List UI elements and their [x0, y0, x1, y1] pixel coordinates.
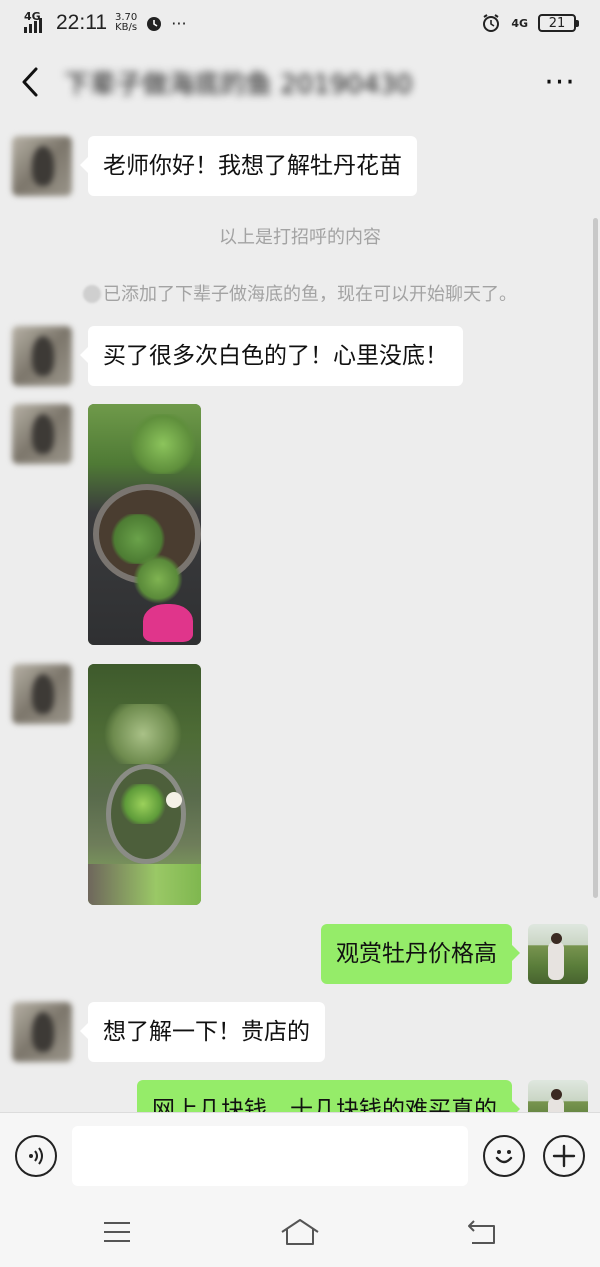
- title-bar: 下辈子做海底的鱼 20190430 ···: [0, 46, 600, 118]
- add-button[interactable]: [543, 1135, 585, 1177]
- menu-icon: [104, 1222, 130, 1242]
- back-button[interactable]: [0, 46, 60, 118]
- emoji-button[interactable]: [483, 1135, 525, 1177]
- message-bubble-received[interactable]: 买了很多次白色的了！心里没底！: [80, 326, 463, 386]
- contact-avatar[interactable]: [12, 136, 72, 196]
- nav-home-button[interactable]: [270, 1214, 330, 1250]
- chevron-left-icon: [22, 67, 38, 97]
- scrollbar[interactable]: [593, 218, 598, 898]
- input-bar: [0, 1112, 600, 1200]
- network-speed-unit: KB/s: [115, 22, 138, 33]
- back-nav-icon: [468, 1220, 495, 1244]
- home-icon: [281, 1219, 319, 1245]
- chat-area[interactable]: 老师你好！我想了解牡丹花苗 以上是打招呼的内容 已添加了下辈子做海底的鱼，现在可…: [0, 118, 600, 1112]
- message-bubble-received[interactable]: 老师你好！我想了解牡丹花苗: [80, 136, 417, 196]
- more-button[interactable]: ···: [520, 46, 600, 118]
- self-avatar[interactable]: [528, 1080, 588, 1112]
- system-message-added: 已添加了下辈子做海底的鱼，现在可以开始聊天了。: [0, 280, 600, 306]
- self-avatar[interactable]: [528, 924, 588, 984]
- status-more: ···: [171, 13, 187, 33]
- voice-icon: [29, 1147, 43, 1165]
- contact-avatar[interactable]: [12, 1002, 72, 1062]
- contact-avatar[interactable]: [12, 664, 72, 724]
- contact-avatar[interactable]: [12, 326, 72, 386]
- info-icon: [83, 285, 101, 303]
- status-right: 4G 21: [481, 13, 579, 33]
- message-bubble-received[interactable]: 想了解一下！贵店的: [80, 1002, 325, 1062]
- nav-menu-button[interactable]: [87, 1214, 147, 1250]
- battery-icon: 21: [538, 14, 579, 32]
- status-left: 4G 22:11 3.70 KB/s ···: [24, 11, 187, 35]
- more-dots-icon: ···: [544, 64, 576, 100]
- alarm-icon: [147, 17, 162, 31]
- image-message[interactable]: [88, 404, 201, 645]
- system-nav-bar: [0, 1200, 600, 1267]
- battery-level: 21: [548, 15, 566, 31]
- system-message-text: 已添加了下辈子做海底的鱼，现在可以开始聊天了。: [103, 284, 517, 305]
- message-bubble-sent[interactable]: 观赏牡丹价格高: [321, 924, 520, 984]
- status-bar: 4G 22:11 3.70 KB/s ··· 4G 21: [0, 0, 600, 46]
- chat-title: 下辈子做海底的鱼 20190430: [64, 69, 413, 100]
- contact-avatar[interactable]: [12, 404, 72, 464]
- voice-button[interactable]: [15, 1135, 57, 1177]
- signal-indicator: 4G: [24, 11, 48, 33]
- system-message: 以上是打招呼的内容: [219, 227, 381, 248]
- nav-back-button[interactable]: [452, 1214, 512, 1250]
- network-speed: 3.70 KB/s: [115, 13, 137, 33]
- message-bubble-sent[interactable]: 网上几块钱，十几块钱的难买真的: [137, 1080, 520, 1112]
- status-time: 22:11: [56, 11, 107, 34]
- message-input[interactable]: [72, 1126, 468, 1186]
- emoji-icon: [495, 1150, 513, 1164]
- network-type-right: 4G: [511, 16, 528, 30]
- alarm-icon: [483, 14, 500, 32]
- signal-bars-icon: [24, 18, 42, 33]
- image-message[interactable]: [88, 664, 201, 905]
- plus-icon: [552, 1144, 576, 1168]
